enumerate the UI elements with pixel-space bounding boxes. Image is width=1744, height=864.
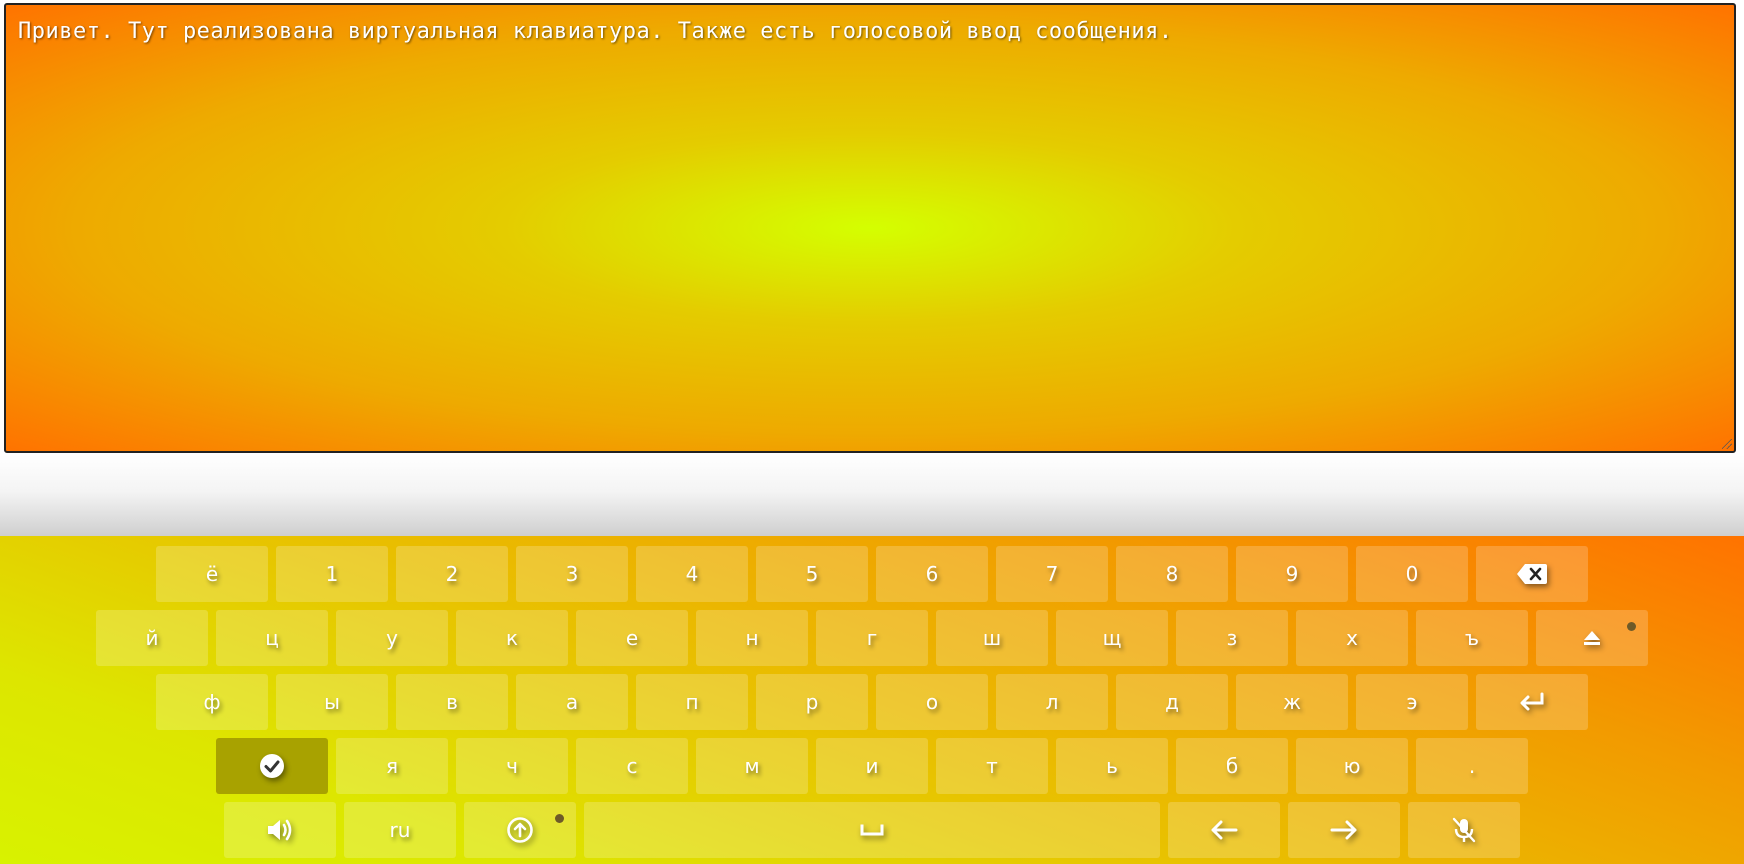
key-zh[interactable]: ж (1236, 674, 1348, 730)
confirm-key[interactable] (216, 738, 328, 794)
sound-key[interactable] (224, 802, 336, 858)
key-i[interactable]: и (816, 738, 928, 794)
key-z[interactable]: з (1176, 610, 1288, 666)
key-b[interactable]: б (1176, 738, 1288, 794)
key-a[interactable]: а (516, 674, 628, 730)
hide-keyboard-key[interactable] (1536, 610, 1648, 666)
language-key[interactable]: ru (344, 802, 456, 858)
backspace-icon (1517, 564, 1547, 584)
key-p[interactable]: п (636, 674, 748, 730)
voice-input-key[interactable] (1408, 802, 1520, 858)
key-soft-sign[interactable]: ь (1056, 738, 1168, 794)
key-8[interactable]: 8 (1116, 546, 1228, 602)
message-textarea[interactable]: Привет. Тут реализована виртуальная клав… (4, 3, 1736, 453)
key-s[interactable]: с (576, 738, 688, 794)
key-shch[interactable]: щ (1056, 610, 1168, 666)
key-k[interactable]: к (456, 610, 568, 666)
key-o[interactable]: о (876, 674, 988, 730)
key-f[interactable]: ф (156, 674, 268, 730)
key-4[interactable]: 4 (636, 546, 748, 602)
key-y[interactable]: ы (276, 674, 388, 730)
eject-icon (1584, 631, 1600, 645)
arrow-left-key[interactable] (1168, 802, 1280, 858)
key-5[interactable]: 5 (756, 546, 868, 602)
key-yu[interactable]: ю (1296, 738, 1408, 794)
key-9[interactable]: 9 (1236, 546, 1348, 602)
enter-key[interactable] (1476, 674, 1588, 730)
key-d[interactable]: д (1116, 674, 1228, 730)
key-hard-sign[interactable]: ъ (1416, 610, 1528, 666)
key-r[interactable]: р (756, 674, 868, 730)
enter-icon (1520, 692, 1544, 711)
key-3[interactable]: 3 (516, 546, 628, 602)
key-ch[interactable]: ч (456, 738, 568, 794)
separator (0, 455, 1744, 536)
backspace-key[interactable] (1476, 546, 1588, 602)
key-0[interactable]: 0 (1356, 546, 1468, 602)
key-7[interactable]: 7 (996, 546, 1108, 602)
key-t[interactable]: т (936, 738, 1048, 794)
key-2[interactable]: 2 (396, 546, 508, 602)
key-period[interactable]: . (1416, 738, 1528, 794)
arrow-right-key[interactable] (1288, 802, 1400, 858)
shift-key[interactable] (464, 802, 576, 858)
key-6[interactable]: 6 (876, 546, 988, 602)
arrow-right-icon (1330, 820, 1357, 840)
indicator-dot (555, 814, 564, 823)
mic-off-icon (1452, 817, 1476, 843)
speaker-icon (268, 819, 292, 841)
key-1[interactable]: 1 (276, 546, 388, 602)
indicator-dot (1627, 622, 1636, 631)
key-n[interactable]: н (696, 610, 808, 666)
key-u[interactable]: у (336, 610, 448, 666)
shift-circle-icon (507, 817, 533, 843)
key-e[interactable]: е (576, 610, 688, 666)
key-v[interactable]: в (396, 674, 508, 730)
key-ts[interactable]: ц (216, 610, 328, 666)
space-key[interactable] (584, 802, 1160, 858)
check-circle-icon (260, 754, 284, 778)
key-kh[interactable]: х (1296, 610, 1408, 666)
key-ya[interactable]: я (336, 738, 448, 794)
virtual-keyboard: ё 1 2 3 4 5 6 7 8 9 0 й ц у к е н г ш щ … (0, 536, 1744, 864)
arrow-left-icon (1211, 820, 1238, 840)
key-ii[interactable]: й (96, 610, 208, 666)
message-text: Привет. Тут реализована виртуальная клав… (18, 19, 1173, 44)
resize-handle[interactable] (1722, 439, 1732, 449)
key-m[interactable]: м (696, 738, 808, 794)
key-l[interactable]: л (996, 674, 1108, 730)
key-sh[interactable]: ш (936, 610, 1048, 666)
space-icon (860, 824, 884, 836)
key-ae[interactable]: э (1356, 674, 1468, 730)
key-yo[interactable]: ё (156, 546, 268, 602)
key-g[interactable]: г (816, 610, 928, 666)
